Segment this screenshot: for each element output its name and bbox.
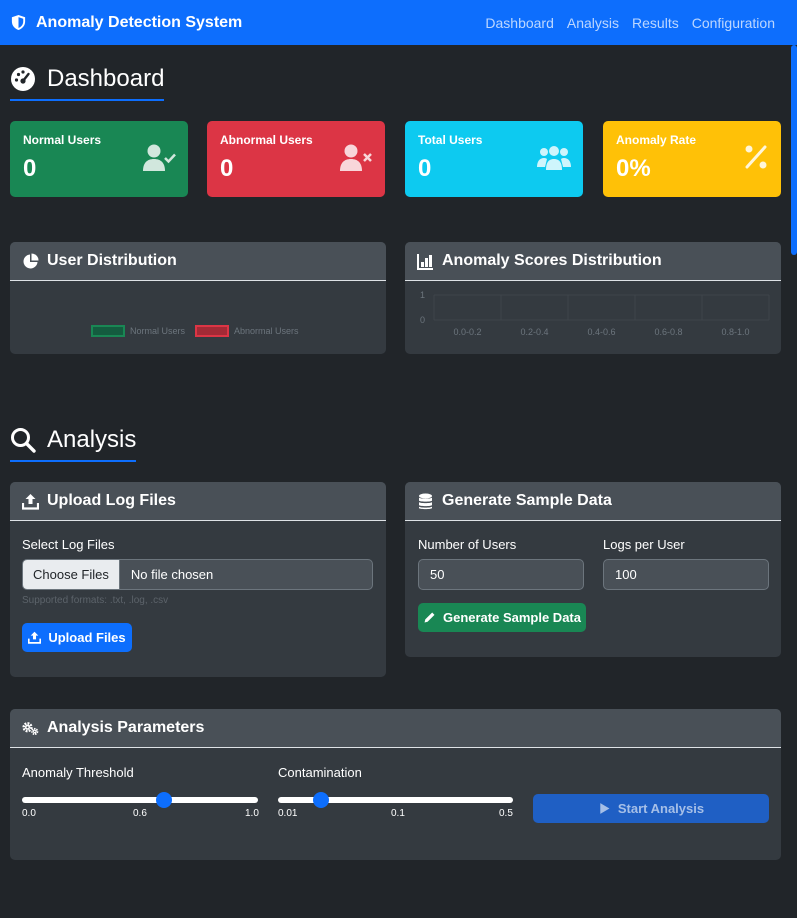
nav-link-dashboard[interactable]: Dashboard xyxy=(485,15,554,31)
analysis-title: Analysis xyxy=(10,426,137,462)
pencil-icon xyxy=(424,612,435,623)
contamination-slider[interactable] xyxy=(278,792,513,808)
dashboard-title: Dashboard xyxy=(10,65,165,101)
start-analysis-label: Start Analysis xyxy=(617,801,705,816)
nav-link-configuration[interactable]: Configuration xyxy=(692,15,775,31)
x-tick-label: 0.0-0.2 xyxy=(453,327,481,337)
dashboard-title-text: Dashboard xyxy=(47,65,165,92)
generate-sample-data-label: Generate Sample Data xyxy=(442,610,581,625)
contamination-tick-max: 0.5 xyxy=(499,808,513,819)
supported-formats-hint: Supported formats: .txt, .log, .csv xyxy=(22,595,169,606)
shield-icon xyxy=(11,14,26,31)
panel-header: Anomaly Scores Distribution xyxy=(405,242,781,281)
legend-label: Abnormal Users xyxy=(234,326,299,336)
panel-title: Generate Sample Data xyxy=(442,492,612,509)
stat-card-normal-users: Normal Users 0 xyxy=(10,121,188,197)
panel-header: Analysis Parameters xyxy=(10,709,781,748)
upload-icon xyxy=(28,631,42,644)
anomaly-threshold-slider[interactable] xyxy=(22,792,258,808)
scrollbar[interactable] xyxy=(791,45,797,255)
anomaly-scores-chart: 1 0 0.0-0.2 0.2-0.4 0.4-0.6 0.6-0.8 0.8-1.0 xyxy=(420,290,770,337)
nav-links: Dashboard Analysis Results Configuration xyxy=(485,15,775,31)
sample-data-panel: Generate Sample Data Number of Users 50 … xyxy=(405,482,781,657)
search-icon xyxy=(11,428,36,453)
upload-icon xyxy=(22,493,39,510)
anomaly-threshold-label: Anomaly Threshold xyxy=(22,765,134,780)
y-tick-label: 0 xyxy=(420,315,425,325)
contamination-tick-min: 0.01 xyxy=(278,808,298,819)
stat-card-abnormal-users: Abnormal Users 0 xyxy=(207,121,385,197)
x-tick-label: 0.4-0.6 xyxy=(587,327,615,337)
x-tick-label: 0.6-0.8 xyxy=(654,327,682,337)
slider-track xyxy=(22,797,258,803)
logs-per-user-label: Logs per User xyxy=(603,537,685,552)
contamination-tick-mid: 0.1 xyxy=(391,808,405,819)
user-distribution-panel: User Distribution Normal Users Abnormal U… xyxy=(10,242,386,354)
bar-chart-icon xyxy=(417,253,433,270)
contamination-label: Contamination xyxy=(278,765,362,780)
select-files-label: Select Log Files xyxy=(22,537,115,552)
file-input[interactable]: Choose Files No file chosen xyxy=(22,559,373,590)
x-tick-label: 0.2-0.4 xyxy=(520,327,548,337)
panel-title: Analysis Parameters xyxy=(47,719,205,736)
brand-title: Anomaly Detection System xyxy=(36,13,243,31)
y-tick-label: 1 xyxy=(420,290,425,300)
pie-chart-icon xyxy=(23,253,39,268)
stat-card-anomaly-rate: Anomaly Rate 0% xyxy=(603,121,781,197)
nav-link-results[interactable]: Results xyxy=(632,15,679,31)
cogs-icon xyxy=(22,721,39,735)
percent-icon xyxy=(745,145,767,169)
user-times-icon xyxy=(340,144,372,171)
nav-link-analysis[interactable]: Analysis xyxy=(567,15,619,31)
panel-header: User Distribution xyxy=(10,242,386,281)
threshold-tick-mid: 0.6 xyxy=(133,808,147,819)
panel-header: Generate Sample Data xyxy=(405,482,781,521)
anomaly-scores-panel: Anomaly Scores Distribution 1 0 0.0-0.2 0.2… xyxy=(405,242,781,354)
threshold-tick-max: 1.0 xyxy=(245,808,259,819)
file-status: No file chosen xyxy=(130,567,214,582)
panel-title: User Distribution xyxy=(47,252,177,269)
tachometer-icon xyxy=(11,67,35,91)
number-of-users-label: Number of Users xyxy=(418,537,517,552)
upload-files-button[interactable]: Upload Files xyxy=(22,623,132,652)
legend-swatch xyxy=(91,325,125,337)
analysis-title-text: Analysis xyxy=(47,426,137,453)
choose-files-button[interactable]: Choose Files xyxy=(23,560,120,589)
threshold-tick-min: 0.0 xyxy=(22,808,36,819)
slider-thumb[interactable] xyxy=(155,792,172,808)
generate-sample-data-button[interactable]: Generate Sample Data xyxy=(418,603,586,632)
play-icon xyxy=(600,803,610,814)
brand[interactable]: Anomaly Detection System xyxy=(10,14,242,32)
slider-thumb[interactable] xyxy=(313,792,330,808)
stat-card-total-users: Total Users 0 xyxy=(405,121,583,197)
user-check-icon xyxy=(143,144,176,171)
upload-files-label: Upload Files xyxy=(48,630,126,645)
start-analysis-button[interactable]: Start Analysis xyxy=(533,794,769,823)
users-icon xyxy=(537,146,571,170)
analysis-parameters-panel: Analysis Parameters Anomaly Threshold 0.… xyxy=(10,709,781,860)
upload-panel: Upload Log Files Select Log Files Choose… xyxy=(10,482,386,677)
logs-per-user-input[interactable]: 100 xyxy=(603,559,769,590)
database-icon xyxy=(419,493,432,509)
panel-title: Anomaly Scores Distribution xyxy=(442,252,662,269)
panel-header: Upload Log Files xyxy=(10,482,386,521)
panel-title: Upload Log Files xyxy=(47,492,176,509)
legend-swatch xyxy=(195,325,229,337)
navbar: Anomaly Detection System Dashboard Analy… xyxy=(0,0,797,45)
legend-label: Normal Users xyxy=(130,326,186,336)
user-distribution-chart: Normal Users Abnormal Users xyxy=(91,325,299,337)
x-tick-label: 0.8-1.0 xyxy=(721,327,749,337)
number-of-users-input[interactable]: 50 xyxy=(418,559,584,590)
